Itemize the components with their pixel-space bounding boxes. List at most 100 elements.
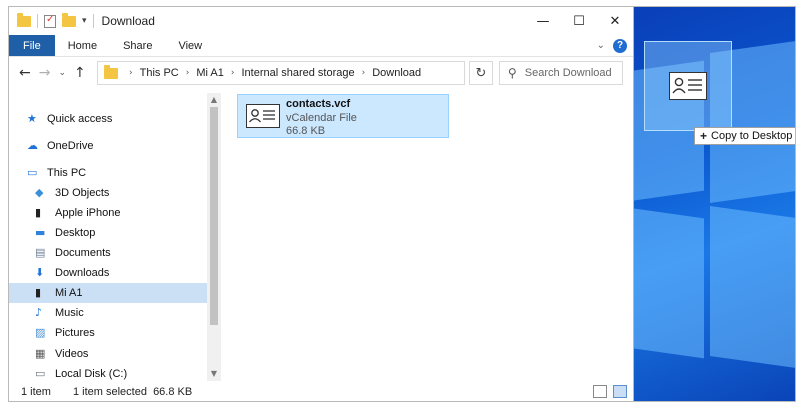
recent-locations-icon[interactable]: ⌄ <box>58 68 66 78</box>
phone-icon: ▮ <box>35 286 42 299</box>
sidebar-item-quick-access[interactable]: ★ Quick access <box>9 109 207 129</box>
tab-share[interactable]: Share <box>110 35 165 56</box>
forward-arrow-icon[interactable]: → <box>39 65 51 81</box>
title-bar: ▾ Download — ☐ ✕ <box>9 7 633 35</box>
back-arrow-icon[interactable]: ← <box>19 65 31 81</box>
new-folder-icon[interactable] <box>62 12 76 27</box>
sidebar-item-label: Desktop <box>55 227 96 239</box>
star-icon: ★ <box>27 112 37 125</box>
breadcrumb-mi-a1[interactable]: Mi A1 <box>196 67 224 79</box>
tab-view[interactable]: View <box>165 35 215 56</box>
sidebar-item-mi-a1[interactable]: ▮ Mi A1 <box>9 283 207 303</box>
vcard-icon <box>669 72 707 100</box>
sidebar-item-label: This PC <box>47 167 87 179</box>
breadcrumb: › This PC › Mi A1 › Internal shared stor… <box>122 67 421 79</box>
toolbar-divider <box>92 14 94 28</box>
sidebar-item-label: Downloads <box>55 267 110 279</box>
ribbon-tabs: File Home Share View ⌄ ? <box>9 35 633 57</box>
large-icons-view-icon[interactable] <box>613 385 627 398</box>
breadcrumb-separator-icon[interactable]: › <box>186 68 190 78</box>
sidebar-item-label: Local Disk (C:) <box>55 368 128 380</box>
item-count: 1 item <box>21 386 51 398</box>
navigation-scrollbar[interactable]: ▲ ▼ <box>207 93 221 381</box>
sidebar-item-label: 3D Objects <box>55 187 110 199</box>
file-size: 66.8 KB <box>286 125 326 137</box>
plus-icon: + <box>700 129 708 143</box>
sidebar-item-label: Documents <box>55 247 111 259</box>
location-folder-icon <box>104 64 118 79</box>
breadcrumb-separator-icon[interactable]: › <box>129 68 133 78</box>
sidebar-item-onedrive[interactable]: ☁ OneDrive <box>9 136 207 156</box>
help-icon[interactable]: ? <box>613 38 627 53</box>
breadcrumb-download[interactable]: Download <box>372 67 421 79</box>
sidebar-item-documents[interactable]: ▤ Documents <box>9 243 207 263</box>
documents-icon: ▤ <box>35 246 46 259</box>
sidebar-item-label: OneDrive <box>47 140 94 152</box>
drag-preview <box>644 41 732 131</box>
close-button[interactable]: ✕ <box>597 7 633 35</box>
sidebar-item-this-pc[interactable]: ▭ This PC <box>9 163 207 183</box>
sidebar-item-3d-objects[interactable]: ◆ 3D Objects <box>9 183 207 203</box>
file-explorer-window: ▾ Download — ☐ ✕ File Home Share View ⌄ … <box>8 6 634 402</box>
sidebar-item-label: Quick access <box>47 113 113 125</box>
phone-icon: ▮ <box>35 206 42 219</box>
file-type: vCalendar File <box>286 112 357 124</box>
tab-home[interactable]: Home <box>55 35 110 56</box>
video-icon: ▦ <box>35 347 46 360</box>
maximize-button[interactable]: ☐ <box>561 7 597 35</box>
status-bar: 1 item 1 item selected 66.8 KB <box>9 383 633 401</box>
cloud-icon: ☁ <box>27 139 38 152</box>
navigation-pane: ★ Quick access ☁ OneDrive ▭ This PC ◆ 3D Object… <box>9 93 221 381</box>
scroll-up-icon[interactable]: ▲ <box>207 95 221 104</box>
copy-tooltip-text: Copy to Desktop <box>711 130 793 142</box>
details-view-icon[interactable] <box>593 385 607 398</box>
pc-icon: ▭ <box>27 166 38 179</box>
address-bar[interactable]: › This PC › Mi A1 › Internal shared stor… <box>97 61 465 85</box>
wallpaper-pane <box>710 205 795 369</box>
search-placeholder: Search Download <box>524 67 612 79</box>
sidebar-item-label: Videos <box>55 348 89 360</box>
sidebar-item-downloads[interactable]: ⬇ Downloads <box>9 263 207 283</box>
wallpaper-pane <box>634 205 704 359</box>
breadcrumb-separator-icon[interactable]: › <box>231 68 235 78</box>
disk-icon: ▭ <box>35 367 46 380</box>
sidebar-item-label: Music <box>55 307 84 319</box>
pictures-icon: ▨ <box>35 326 46 339</box>
search-input[interactable]: ⚲ Search Download <box>499 61 623 85</box>
up-arrow-icon[interactable]: ↑ <box>74 65 86 81</box>
sidebar-item-music[interactable]: ♪ Music <box>9 303 207 323</box>
music-note-icon: ♪ <box>35 306 43 319</box>
desktop-icon: ▬ <box>35 226 46 239</box>
properties-icon[interactable] <box>44 14 56 28</box>
sidebar-item-label: Pictures <box>55 327 95 339</box>
copy-tooltip: + Copy to Desktop <box>694 127 795 145</box>
sidebar-item-local-disk-c[interactable]: ▭ Local Disk (C:) <box>9 364 207 384</box>
sidebar-item-label: Mi A1 <box>55 287 83 299</box>
breadcrumb-separator-icon[interactable]: › <box>362 68 366 78</box>
desktop-background: + Copy to Desktop <box>634 6 796 402</box>
refresh-button[interactable]: ↻ <box>469 61 493 85</box>
tab-file[interactable]: File <box>9 35 55 56</box>
file-item-contacts[interactable]: contacts.vcf vCalendar File 66.8 KB <box>237 94 449 138</box>
customize-toolbar-icon[interactable]: ▾ <box>82 16 87 26</box>
cube-icon: ◆ <box>35 186 44 199</box>
breadcrumb-internal-storage[interactable]: Internal shared storage <box>241 67 354 79</box>
sidebar-item-desktop[interactable]: ▬ Desktop <box>9 223 207 243</box>
address-row: ← → ⌄ ↑ › This PC › Mi A1 › Internal sha… <box>9 59 633 87</box>
window-title: Download <box>101 14 155 28</box>
breadcrumb-this-pc[interactable]: This PC <box>140 67 179 79</box>
toolbar-divider <box>37 14 38 28</box>
scroll-down-icon[interactable]: ▼ <box>207 369 221 378</box>
sidebar-item-pictures[interactable]: ▨ Pictures <box>9 323 207 343</box>
search-icon: ⚲ <box>508 66 517 80</box>
download-arrow-icon: ⬇ <box>35 266 45 279</box>
sidebar-item-videos[interactable]: ▦ Videos <box>9 344 207 364</box>
window-controls: — ☐ ✕ <box>525 7 633 35</box>
vcard-icon <box>246 104 280 128</box>
folder-icon[interactable] <box>17 12 31 27</box>
minimize-button[interactable]: — <box>525 7 561 35</box>
sidebar-item-apple-iphone[interactable]: ▮ Apple iPhone <box>9 203 207 223</box>
refresh-icon: ↻ <box>475 65 487 81</box>
scroll-thumb[interactable] <box>210 107 218 325</box>
expand-ribbon-icon[interactable]: ⌄ <box>597 40 605 51</box>
